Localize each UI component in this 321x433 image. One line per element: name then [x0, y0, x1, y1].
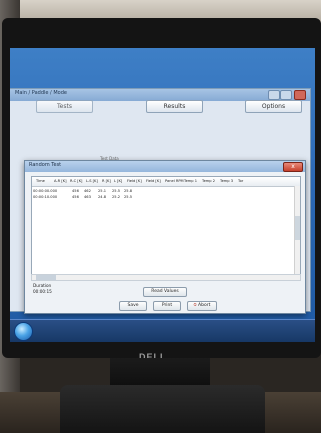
- table-cell: 25.5: [124, 195, 133, 199]
- horizontal-scrollbar[interactable]: [31, 274, 301, 281]
- column-header[interactable]: R [K]: [102, 179, 111, 183]
- duration-label: Duration: [33, 283, 52, 288]
- abort-button[interactable]: ⦸ Abort: [187, 301, 217, 311]
- column-header[interactable]: Field [K]: [146, 179, 161, 183]
- tab-options[interactable]: Options: [245, 100, 302, 113]
- column-header[interactable]: R-C [K]: [70, 179, 82, 183]
- table-cell: 463: [84, 195, 91, 199]
- read-values-label: Read Values: [151, 289, 179, 294]
- table-cell: 00:00:00.000: [33, 189, 58, 193]
- start-button[interactable]: [14, 322, 33, 341]
- table-cell: 25.1: [98, 189, 107, 193]
- table-cell: 24.8: [98, 195, 107, 199]
- save-label: Save: [127, 303, 139, 308]
- table-cell: 462: [84, 189, 91, 193]
- print-label: Print: [161, 303, 173, 308]
- column-header[interactable]: A-R [K]: [54, 179, 66, 183]
- tab-tests[interactable]: Tests: [36, 100, 93, 113]
- minimize-button[interactable]: [268, 90, 280, 100]
- column-header[interactable]: Field [K]: [127, 179, 142, 183]
- desktop-screen: Main / Paddle / Mode Tests Results Optio…: [10, 48, 315, 342]
- column-header[interactable]: Temp 3: [220, 179, 233, 183]
- abort-label: Abort: [198, 303, 211, 308]
- column-header[interactable]: Tor: [238, 179, 243, 183]
- table-cell: 25.8: [124, 189, 133, 193]
- table-cell: 456: [72, 195, 79, 199]
- random-test-dialog: Random Test x Time A-R [K] R-C [K] L-S […: [24, 160, 306, 314]
- close-icon[interactable]: x: [283, 162, 303, 172]
- data-grid[interactable]: Time A-R [K] R-C [K] L-S [K] R [K] L [K]…: [31, 176, 301, 276]
- column-header[interactable]: Panel RPM: [165, 179, 184, 183]
- horizontal-scroll-thumb[interactable]: [36, 275, 56, 280]
- column-header[interactable]: Temp 2: [202, 179, 215, 183]
- abort-icon: ⦸: [193, 303, 197, 308]
- duration-value: 00:00:15: [33, 289, 52, 294]
- table-cell: 00:00:10.000: [33, 195, 58, 199]
- vertical-scrollbar[interactable]: [294, 186, 300, 275]
- table-cell: 25.2: [112, 195, 121, 199]
- close-app-button[interactable]: [294, 90, 306, 100]
- monitor-base: [60, 385, 265, 433]
- vertical-scroll-thumb[interactable]: [295, 216, 300, 240]
- dialog-title: Random Test: [29, 162, 62, 168]
- app-window-title: Main / Paddle / Mode: [15, 90, 67, 96]
- taskbar: [10, 319, 315, 342]
- maximize-button[interactable]: [280, 90, 292, 100]
- column-header[interactable]: Time: [36, 179, 45, 183]
- save-button[interactable]: Save: [119, 301, 147, 311]
- table-cell: 456: [72, 189, 79, 193]
- column-header[interactable]: L [K]: [114, 179, 122, 183]
- print-button[interactable]: Print: [153, 301, 181, 311]
- column-header[interactable]: L-S [K]: [86, 179, 98, 183]
- read-values-button[interactable]: Read Values: [143, 287, 187, 297]
- tab-results[interactable]: Results: [146, 100, 203, 113]
- monitor-bezel: Main / Paddle / Mode Tests Results Optio…: [2, 18, 321, 362]
- dialog-title-bar: Random Test x: [25, 161, 305, 172]
- grid-header: Time A-R [K] R-C [K] L-S [K] R [K] L [K]…: [32, 177, 300, 187]
- column-header[interactable]: Temp 1: [184, 179, 197, 183]
- table-cell: 25.5: [112, 189, 121, 193]
